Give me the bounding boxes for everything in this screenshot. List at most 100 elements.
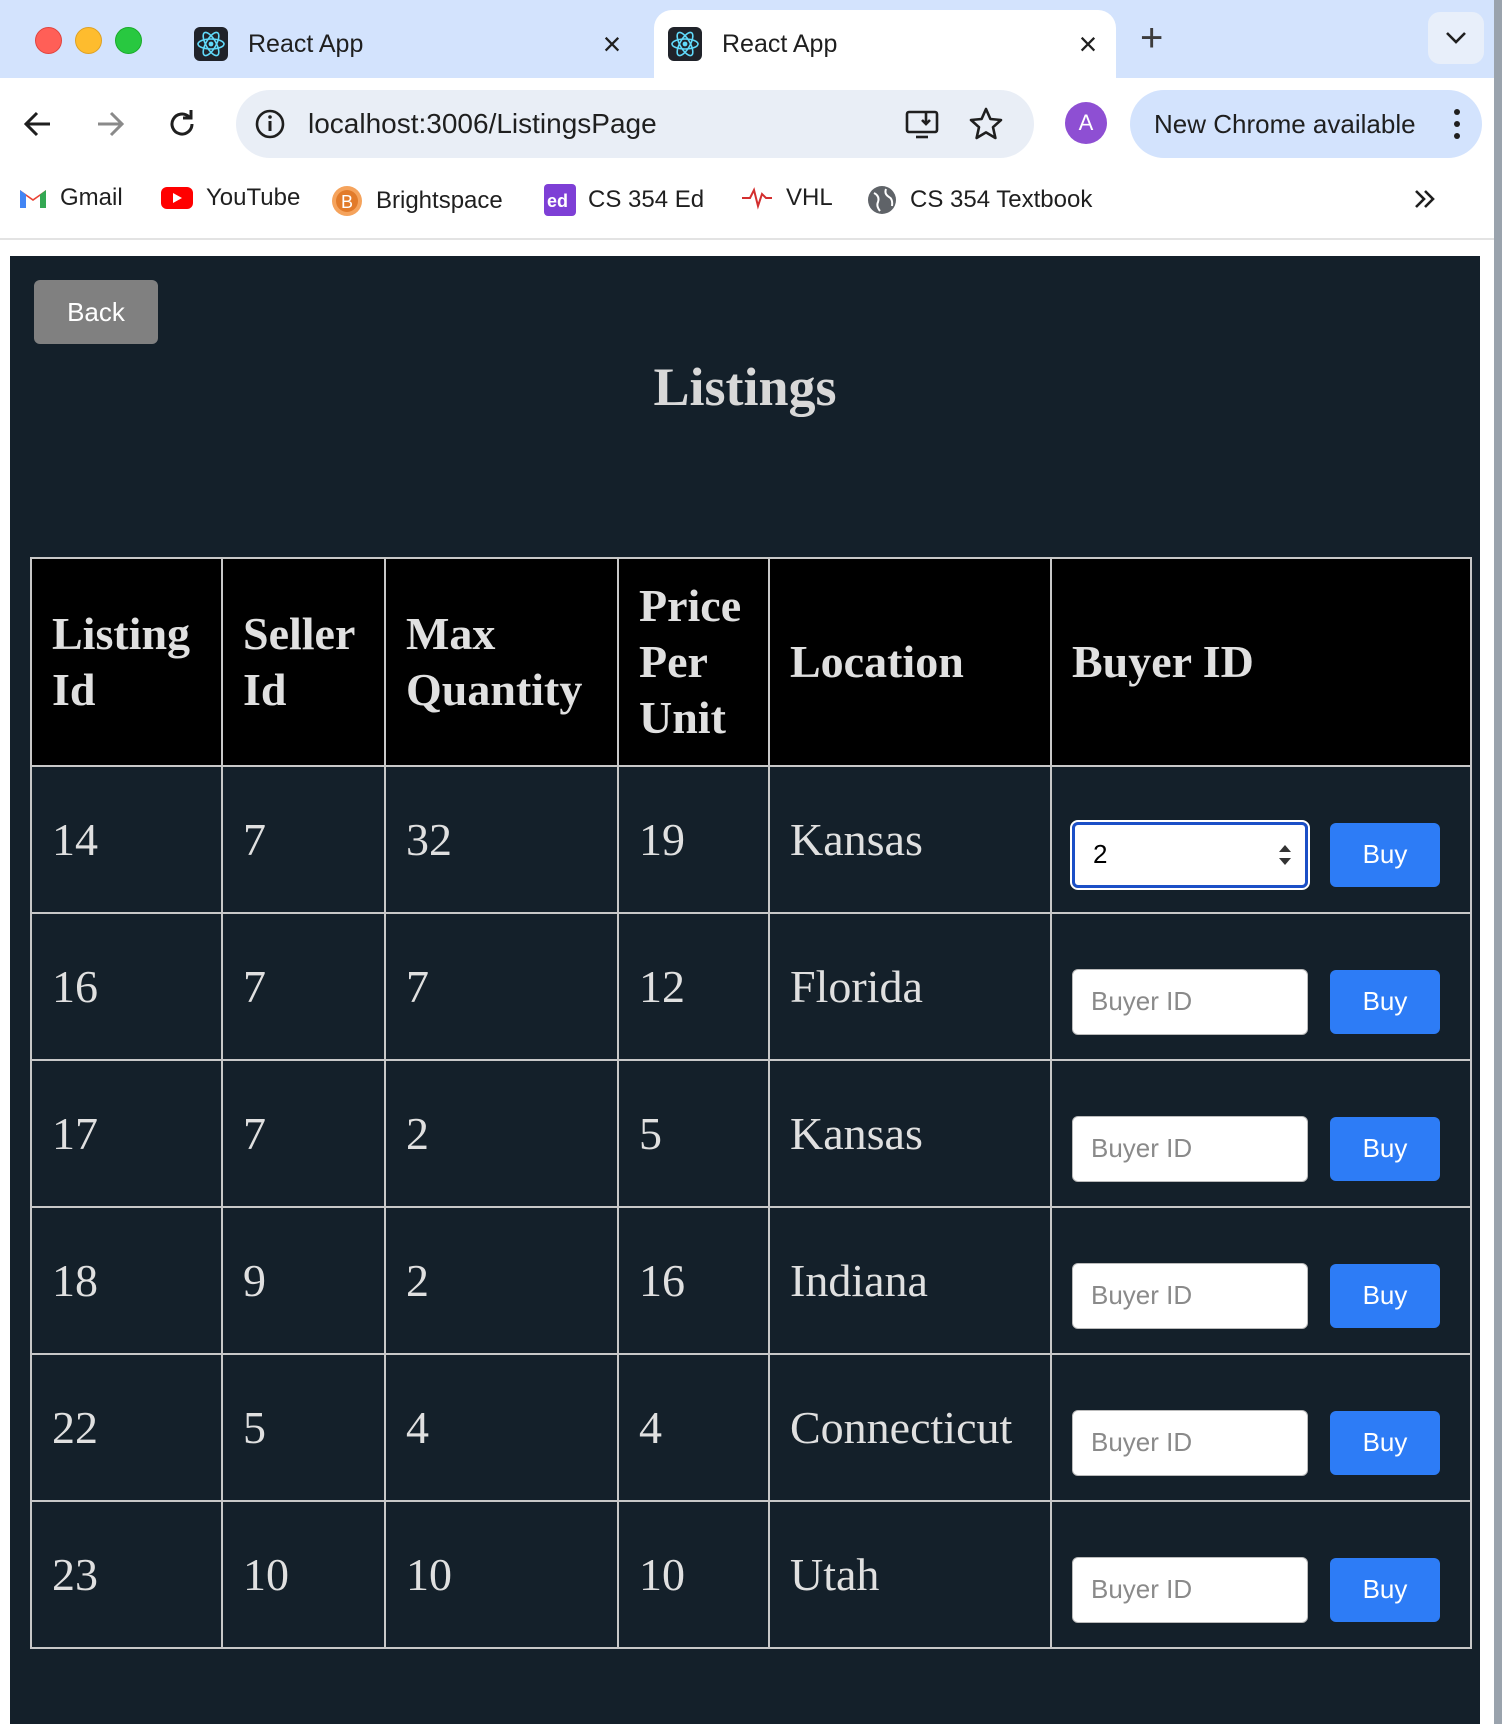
page-title: Listings — [653, 357, 837, 417]
buyer-id-cell: Buy — [1050, 912, 1472, 1061]
seller-id-cell: 7 — [221, 1059, 386, 1208]
close-icon[interactable]: × — [592, 26, 632, 63]
price-per-unit-cell: 16 — [617, 1206, 770, 1355]
listing-id-cell: 23 — [30, 1500, 223, 1649]
max-quantity-cell: 2 — [384, 1059, 619, 1208]
column-header-price-per-unit: Price Per Unit — [617, 557, 770, 767]
youtube-icon — [161, 187, 193, 209]
bookmark-youtube[interactable]: YouTube — [160, 184, 300, 212]
back-arrow-icon[interactable] — [18, 104, 58, 144]
close-icon[interactable]: × — [1068, 26, 1108, 63]
bookmark-gmail[interactable]: Gmail — [18, 184, 123, 212]
buyer-id-input[interactable] — [1072, 1262, 1308, 1329]
reload-icon[interactable] — [162, 104, 202, 144]
bookmark-cs354-textbook[interactable]: CS 354 Textbook — [866, 184, 1092, 216]
maximize-window-button[interactable] — [115, 27, 142, 54]
price-per-unit-cell: 12 — [617, 912, 770, 1061]
buy-button[interactable]: Buy — [1330, 1116, 1440, 1181]
ed-icon: ed — [544, 184, 576, 216]
chrome-update-button[interactable]: New Chrome available — [1130, 90, 1482, 158]
kebab-menu-icon[interactable] — [1446, 104, 1468, 144]
column-header-listing-id: Listing Id — [30, 557, 223, 767]
table-row: 18 9 2 16 Indiana Buy — [30, 1206, 1472, 1355]
bookmark-star-icon[interactable] — [966, 104, 1006, 144]
buy-button[interactable]: Buy — [1330, 1263, 1440, 1328]
brightspace-icon: B — [332, 186, 362, 216]
buyer-id-input[interactable] — [1072, 1115, 1308, 1182]
chevron-double-right-icon[interactable] — [1410, 184, 1440, 214]
browser-toolbar: localhost:3006/ListingsPage A New Chrome… — [0, 78, 1502, 170]
column-header-buyer-id: Buyer ID — [1050, 557, 1472, 767]
location-cell: Kansas — [768, 1059, 1052, 1208]
buyer-id-input[interactable] — [1072, 968, 1308, 1035]
buy-button[interactable]: Buy — [1330, 1410, 1440, 1475]
minimize-window-button[interactable] — [75, 27, 102, 54]
buyer-id-input[interactable] — [1072, 1409, 1308, 1476]
price-per-unit-cell: 19 — [617, 765, 770, 914]
listing-id-cell: 18 — [30, 1206, 223, 1355]
svg-text:ed: ed — [547, 191, 568, 211]
location-cell: Florida — [768, 912, 1052, 1061]
price-per-unit-cell: 10 — [617, 1500, 770, 1649]
number-spinner-icon[interactable] — [1276, 841, 1294, 869]
bookmark-label: Brightspace — [376, 187, 503, 214]
column-header-seller-id: Seller Id — [221, 557, 386, 767]
update-label: New Chrome available — [1154, 109, 1416, 139]
gmail-icon — [20, 190, 46, 208]
bookmark-label: VHL — [786, 184, 833, 211]
react-icon — [194, 27, 228, 61]
seller-id-cell: 7 — [221, 765, 386, 914]
buyer-id-input[interactable] — [1070, 819, 1310, 890]
max-quantity-cell: 7 — [384, 912, 619, 1061]
buyer-id-cell: Buy — [1050, 765, 1472, 914]
buyer-id-cell: Buy — [1050, 1206, 1472, 1355]
bookmark-cs354-ed[interactable]: ed CS 354 Ed — [544, 184, 704, 216]
location-cell: Indiana — [768, 1206, 1052, 1355]
profile-avatar[interactable]: A — [1065, 102, 1107, 144]
buyer-id-cell: Buy — [1050, 1353, 1472, 1502]
bookmark-vhl[interactable]: VHL — [740, 184, 833, 212]
column-header-location: Location — [768, 557, 1052, 767]
buy-button[interactable]: Buy — [1330, 969, 1440, 1034]
tab-react-app-2[interactable]: React App × — [654, 10, 1116, 78]
table-row: 16 7 7 12 Florida Buy — [30, 912, 1472, 1061]
listings-page: Back Listings Listing Id Seller Id Max Q… — [10, 256, 1480, 1724]
tab-search-button[interactable] — [1428, 12, 1484, 64]
location-cell: Connecticut — [768, 1353, 1052, 1502]
listing-id-cell: 14 — [30, 765, 223, 914]
svg-text:B: B — [341, 192, 353, 212]
chevron-down-icon — [1446, 32, 1466, 44]
buy-button[interactable]: Buy — [1330, 822, 1440, 887]
vhl-icon — [742, 187, 772, 210]
forward-arrow-icon[interactable] — [90, 104, 130, 144]
price-per-unit-cell: 5 — [617, 1059, 770, 1208]
bookmark-label: Gmail — [60, 184, 123, 211]
site-info-icon[interactable] — [250, 104, 290, 144]
bookmark-brightspace[interactable]: B Brightspace — [330, 184, 503, 218]
max-quantity-cell: 2 — [384, 1206, 619, 1355]
bookmark-label: CS 354 Textbook — [910, 186, 1093, 213]
back-button[interactable]: Back — [34, 280, 158, 344]
bookmark-label: CS 354 Ed — [588, 186, 705, 213]
react-icon — [668, 27, 702, 61]
seller-id-cell: 9 — [221, 1206, 386, 1355]
buy-button[interactable]: Buy — [1330, 1557, 1440, 1622]
location-cell: Utah — [768, 1500, 1052, 1649]
table-row: 22 5 4 4 Connecticut Buy — [30, 1353, 1472, 1502]
address-bar[interactable]: localhost:3006/ListingsPage — [236, 90, 1034, 158]
tab-strip: React App × React App × + — [0, 0, 1502, 78]
buyer-id-cell: Buy — [1050, 1059, 1472, 1208]
max-quantity-cell: 10 — [384, 1500, 619, 1649]
new-tab-button[interactable]: + — [1140, 18, 1163, 58]
listings-table: Listing Id Seller Id Max Quantity Price … — [30, 557, 1472, 1649]
table-row: 14 7 32 19 Kansas Buy — [30, 765, 1472, 914]
buyer-id-input[interactable] — [1072, 1556, 1308, 1623]
seller-id-cell: 10 — [221, 1500, 386, 1649]
tab-title: React App — [248, 29, 364, 58]
tab-react-app-1[interactable]: React App × — [180, 10, 640, 78]
close-window-button[interactable] — [35, 27, 62, 54]
install-app-icon[interactable] — [902, 104, 942, 144]
listing-id-cell: 22 — [30, 1353, 223, 1502]
tab-title: React App — [722, 29, 838, 58]
listing-id-cell: 17 — [30, 1059, 223, 1208]
